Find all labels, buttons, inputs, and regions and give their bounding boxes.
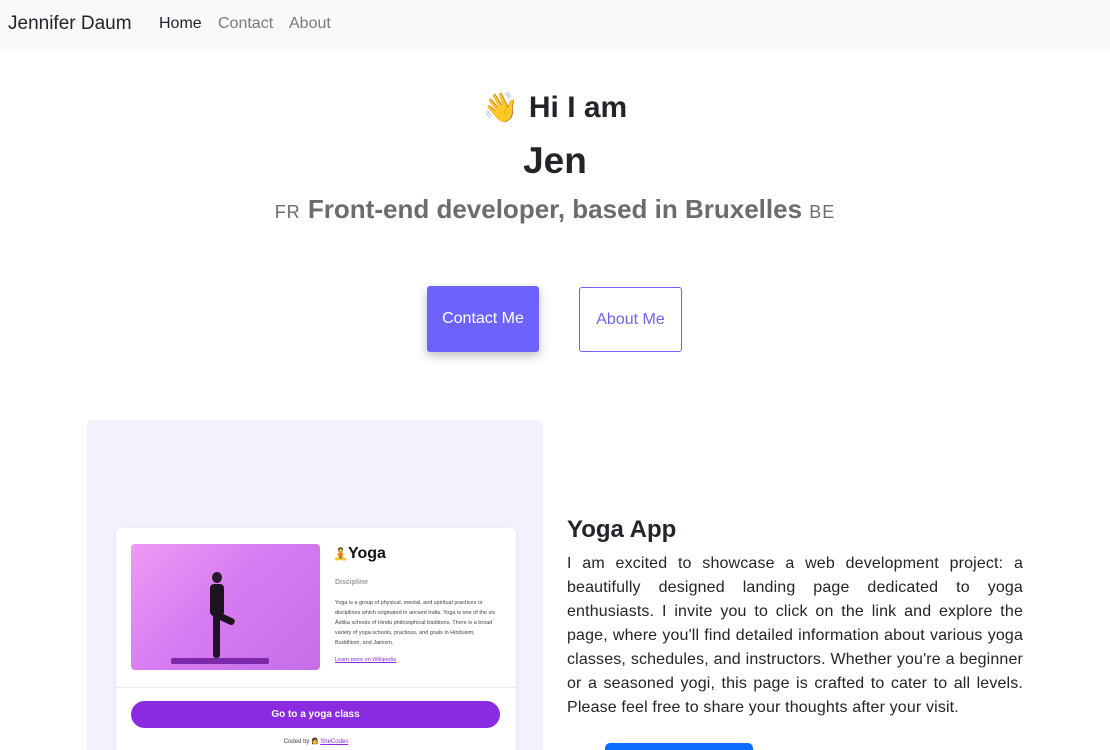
project-preview-panel: 🧘Yoga Discipline Yoga is a group of phys… (87, 420, 543, 750)
flag-be-icon: BE (809, 202, 836, 222)
about-me-button[interactable]: About Me (579, 287, 682, 352)
go-to-yoga-class-button[interactable]: Go to a yoga class (131, 701, 500, 728)
figure-bent-leg (218, 612, 236, 627)
yoga-pose-image (131, 544, 320, 670)
contact-me-button[interactable]: Contact Me (427, 286, 539, 352)
hero-name: Jen (523, 140, 587, 181)
coded-by-footer: Coded by 👩 SheCodes (116, 738, 516, 745)
figure-leg (213, 614, 220, 658)
woman-icon: 👩 (311, 739, 319, 745)
nav-link-contact[interactable]: Contact (218, 15, 273, 33)
waving-hand-icon: 👋 (482, 92, 519, 124)
hero-subtitle: FR Front-end developer, based in Bruxell… (0, 194, 1110, 225)
yoga-mat (171, 658, 269, 664)
nav-link-about[interactable]: About (289, 15, 331, 33)
navbar-brand[interactable]: Jennifer Daum (8, 13, 132, 35)
card-divider (116, 687, 516, 688)
yoga-preview-title: 🧘Yoga (333, 545, 386, 562)
yoga-preview-label: Discipline (335, 579, 369, 586)
hero-greeting: 👋 Hi I am (0, 91, 1110, 125)
navbar: Jennifer Daum Home Contact About (0, 0, 1110, 51)
meditation-icon: 🧘 (333, 547, 348, 561)
visit-project-button[interactable] (605, 743, 753, 750)
yoga-preview-description: Yoga is a group of physical, mental, and… (335, 600, 496, 646)
coded-by-text: Coded by (283, 739, 310, 745)
project-description: I am excited to showcase a web developme… (567, 555, 1023, 716)
figure-body (210, 584, 224, 616)
nav-link-home[interactable]: Home (159, 15, 202, 33)
project-title: Yoga App (567, 516, 677, 543)
hero-greeting-text: Hi I am (528, 91, 628, 124)
flag-fr-icon: FR (274, 202, 301, 222)
shecodes-link[interactable]: SheCodes (320, 739, 348, 745)
project-preview-card[interactable]: 🧘Yoga Discipline Yoga is a group of phys… (116, 528, 516, 750)
wikipedia-link[interactable]: Learn more on Wikipedia (335, 657, 396, 663)
figure-head (212, 572, 222, 583)
hero-subtitle-text: Front-end developer, based in Bruxelles (307, 194, 803, 224)
